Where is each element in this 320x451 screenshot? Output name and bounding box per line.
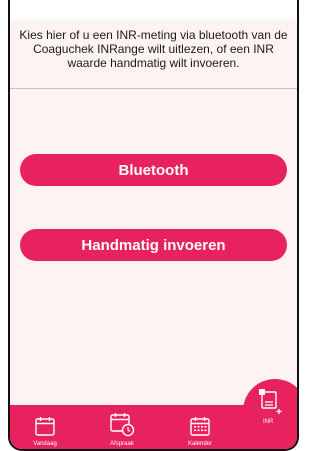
nav-item-today[interactable]: Vandaag [17,405,73,449]
inr-nav-button[interactable]: INR [243,379,297,443]
top-band [10,0,297,20]
document-plus-icon [259,389,282,414]
nav-item-calendar[interactable]: Kalender [172,405,228,449]
phone-screen: Kies hier of u een INR-meting via blueto… [8,0,299,451]
nav-label-calendar: Kalender [187,441,213,447]
nav-label-appointment: Afspraak [110,441,134,447]
nav-label-inr: INR [263,419,274,425]
calendar-blank-icon [35,417,55,436]
app-frame: Kies hier of u een INR-meting via blueto… [0,0,307,451]
bluetooth-button-label: Bluetooth [118,161,189,179]
nav-item-appointment[interactable]: Afspraak [94,405,150,449]
calendar-clock-icon [110,413,135,437]
manual-entry-button-label: Handmatig invoeren [81,236,226,254]
manual-entry-button[interactable]: Handmatig invoeren [20,229,287,261]
divider [10,88,297,89]
calendar-grid-icon [190,417,210,436]
bluetooth-button[interactable]: Bluetooth [20,154,287,186]
nav-label-today: Vandaag [33,441,57,447]
instruction-text: Kies hier of u een INR-meting via blueto… [19,28,288,70]
bottom-navigation: Vandaag Afspraak Kalender INR [10,379,297,449]
